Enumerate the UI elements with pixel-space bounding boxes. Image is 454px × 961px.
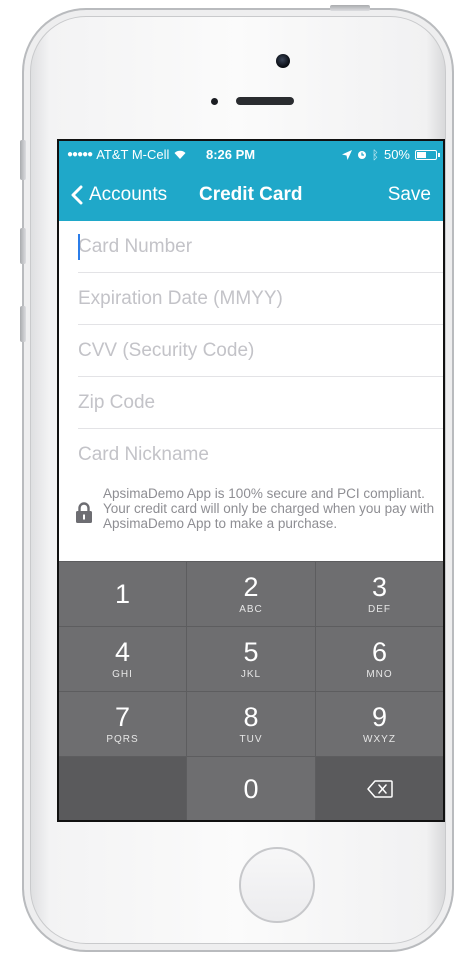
earpiece-speaker: [236, 97, 294, 105]
expiration-row: [78, 273, 443, 325]
key-letters: JKL: [240, 668, 262, 680]
key-digit: 8: [243, 701, 259, 732]
proximity-sensor: [211, 98, 218, 105]
key-letters: GHI: [112, 668, 133, 680]
screen: ●●●●● AT&T M-Cell 8:26 PM ᛒ 50% Accounts: [57, 139, 445, 822]
key-4[interactable]: 4 GHI: [59, 627, 186, 691]
text-cursor: [78, 234, 80, 260]
card-number-row: [78, 221, 443, 273]
battery-icon: [415, 149, 440, 160]
front-camera: [276, 54, 290, 68]
lock-icon: [76, 502, 92, 523]
key-digit: 1: [114, 578, 131, 609]
expiration-date-input[interactable]: [78, 287, 443, 310]
key-digit: 6: [371, 636, 388, 667]
volume-up-button[interactable]: [20, 228, 26, 264]
carrier-info: ●●●●● AT&T M-Cell: [67, 147, 187, 162]
home-button[interactable]: [239, 847, 315, 923]
zip-code-input[interactable]: [78, 391, 443, 414]
wifi-icon: [174, 150, 186, 159]
back-button[interactable]: Accounts: [71, 184, 167, 206]
page-title: Credit Card: [199, 184, 303, 205]
mute-switch[interactable]: [20, 140, 26, 180]
card-number-input[interactable]: [78, 235, 443, 258]
key-5[interactable]: 5 JKL: [187, 627, 315, 691]
status-bar: ●●●●● AT&T M-Cell 8:26 PM ᛒ 50%: [59, 141, 443, 168]
zip-row: [78, 377, 443, 429]
carrier-name: AT&T M-Cell: [96, 147, 170, 162]
power-button[interactable]: [330, 5, 370, 11]
numeric-keypad: 1 2 ABC 3 DEF 4 GHI 5 JKL 6 MNO 7 PQRS 8 TUV 9 WXYZ 0: [59, 561, 443, 820]
delete-key[interactable]: [316, 757, 443, 820]
volume-down-button[interactable]: [20, 306, 26, 342]
security-notice: ApsimaDemo App is 100% secure and PCI co…: [75, 486, 435, 531]
card-nickname-input[interactable]: [78, 444, 443, 466]
nickname-row: [78, 429, 443, 481]
key-letters: TUV: [239, 733, 263, 745]
key-digit: 4: [114, 636, 131, 667]
credit-card-form: ApsimaDemo App is 100% secure and PCI co…: [59, 221, 443, 561]
save-button[interactable]: Save: [388, 184, 431, 206]
key-digit: 0: [243, 773, 259, 804]
key-digit: 5: [243, 636, 259, 667]
cvv-input[interactable]: [78, 339, 443, 362]
key-6[interactable]: 6 MNO: [316, 627, 443, 691]
back-button-label: Accounts: [89, 184, 168, 205]
bluetooth-icon: ᛒ: [371, 147, 379, 162]
key-3[interactable]: 3 DEF: [316, 562, 443, 626]
alarm-icon: [357, 150, 366, 159]
chevron-left-icon: [71, 185, 83, 205]
navigation-bar: Accounts Credit Card Save: [59, 168, 443, 221]
status-time: 8:26 PM: [206, 147, 256, 162]
security-notice-text: ApsimaDemo App is 100% secure and PCI co…: [103, 486, 435, 531]
cvv-row: [78, 325, 443, 377]
key-letters: WXYZ: [363, 733, 396, 745]
backspace-icon: [366, 780, 393, 798]
signal-icon: ●●●●●: [67, 149, 93, 160]
key-letters: DEF: [368, 603, 391, 615]
key-letters: ABC: [239, 603, 263, 615]
key-0[interactable]: 0: [187, 757, 315, 820]
key-digit: 3: [371, 571, 388, 602]
key-7[interactable]: 7 PQRS: [59, 692, 186, 756]
location-arrow-icon: [341, 149, 352, 160]
key-letters: PQRS: [106, 733, 139, 745]
key-digit: 2: [243, 571, 259, 602]
key-8[interactable]: 8 TUV: [187, 692, 315, 756]
key-digit: 7: [114, 701, 131, 732]
key-9[interactable]: 9 WXYZ: [316, 692, 443, 756]
battery-percent: 50%: [383, 147, 410, 162]
blank-key: [59, 757, 186, 820]
key-digit: 9: [371, 701, 388, 732]
key-2[interactable]: 2 ABC: [187, 562, 315, 626]
key-letters: MNO: [366, 668, 393, 680]
status-indicators: ᛒ 50%: [341, 147, 440, 162]
key-1[interactable]: 1: [59, 562, 186, 626]
